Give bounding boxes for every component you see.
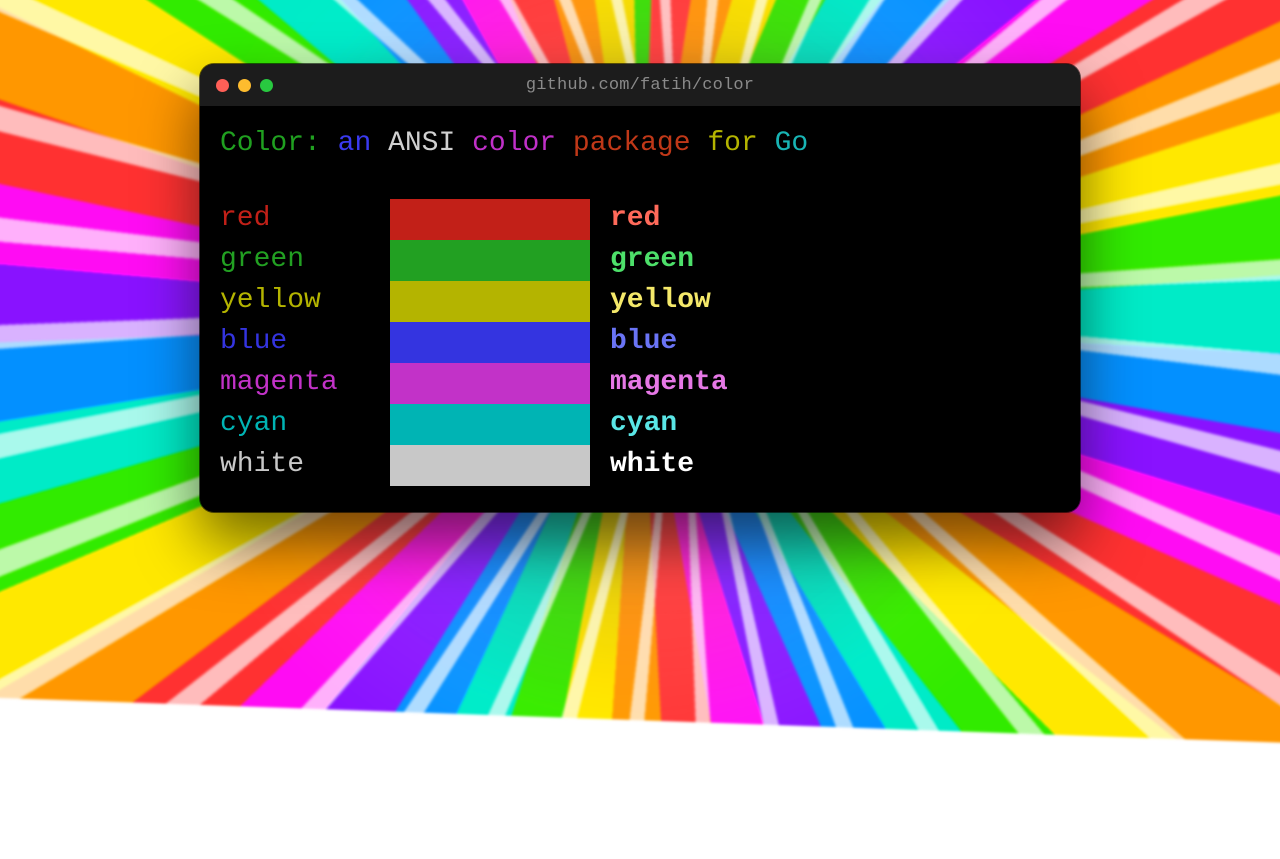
headline-word (556, 128, 573, 159)
headline-word (758, 128, 775, 159)
gap (590, 404, 610, 445)
headline-word: Go (775, 128, 809, 159)
headline-word: color (472, 128, 556, 159)
gap (590, 322, 610, 363)
titlebar: github.com/fatih/color (200, 64, 1080, 106)
color-row-yellow: yellow yellow (220, 281, 1060, 322)
color-row-green: green green (220, 240, 1060, 281)
headline-word (455, 128, 472, 159)
gap (590, 445, 610, 486)
window-title: github.com/fatih/color (200, 76, 1080, 95)
close-icon[interactable] (216, 79, 229, 92)
color-swatch (390, 240, 590, 281)
color-bright-label: green (610, 240, 1060, 281)
headline: Color: an ANSI color package for Go (220, 124, 1060, 165)
color-bright-label: blue (610, 322, 1060, 363)
color-label: blue (220, 322, 390, 363)
traffic-lights (200, 79, 273, 92)
color-table: redredgreengreenyellowyellowbluebluemage… (220, 199, 1060, 486)
gap (590, 199, 610, 240)
color-label: red (220, 199, 390, 240)
color-label: white (220, 445, 390, 486)
color-bright-label: magenta (610, 363, 1060, 404)
color-row-cyan: cyan cyan (220, 404, 1060, 445)
color-bright-label: cyan (610, 404, 1060, 445)
headline-word: ANSI (388, 128, 455, 159)
color-swatch (390, 322, 590, 363)
headline-word (691, 128, 708, 159)
color-swatch (390, 363, 590, 404)
minimize-icon[interactable] (238, 79, 251, 92)
gap (590, 281, 610, 322)
terminal-body: Color: an ANSI color package for Go redr… (200, 106, 1080, 512)
color-swatch (390, 281, 590, 322)
color-swatch (390, 199, 590, 240)
color-label: magenta (220, 363, 390, 404)
color-swatch (390, 445, 590, 486)
color-row-white: white white (220, 445, 1060, 486)
color-bright-label: red (610, 199, 1060, 240)
color-label: yellow (220, 281, 390, 322)
headline-word (321, 128, 338, 159)
terminal-window: github.com/fatih/color Color: an ANSI co… (200, 64, 1080, 512)
color-row-blue: blue blue (220, 322, 1060, 363)
gap (590, 363, 610, 404)
color-label: green (220, 240, 390, 281)
color-bright-label: white (610, 445, 1060, 486)
headline-word: an (338, 128, 372, 159)
color-row-magenta: magenta magenta (220, 363, 1060, 404)
gap (590, 240, 610, 281)
color-bright-label: yellow (610, 281, 1060, 322)
zoom-icon[interactable] (260, 79, 273, 92)
headline-word (371, 128, 388, 159)
headline-word: for (707, 128, 757, 159)
color-label: cyan (220, 404, 390, 445)
headline-word: package (573, 128, 691, 159)
color-row-red: red red (220, 199, 1060, 240)
color-swatch (390, 404, 590, 445)
headline-word: Color: (220, 128, 321, 159)
